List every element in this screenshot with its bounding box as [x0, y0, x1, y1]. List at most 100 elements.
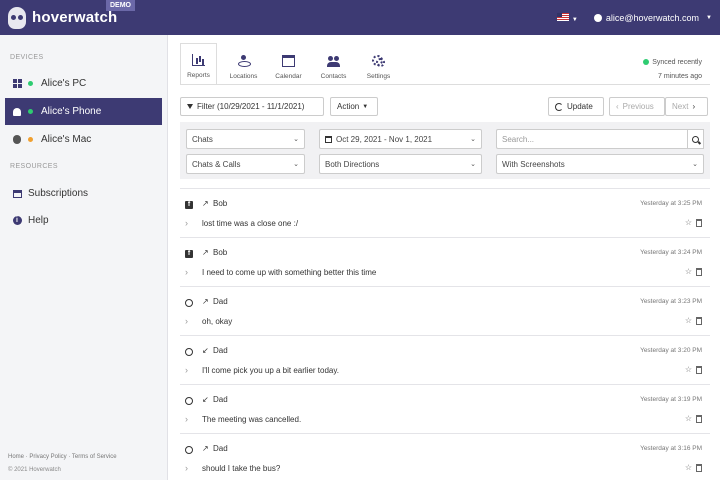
user-menu[interactable]: alice@hoverwatch.com ▼ [593, 13, 712, 23]
tab-locations[interactable]: Locations [225, 43, 262, 85]
sidebar-item-subscriptions[interactable]: Subscriptions [5, 180, 162, 207]
chevron-right-icon[interactable]: › [185, 316, 188, 326]
select-value: With Screenshots [502, 159, 565, 169]
trash-icon[interactable] [696, 268, 702, 276]
outgoing-arrow-icon: ↗ [202, 297, 209, 306]
star-icon[interactable]: ☆ [685, 414, 692, 423]
calendar-icon [325, 135, 332, 143]
tab-bar: Reports Locations Calendar Contacts Sett… [180, 43, 405, 85]
caret-down-icon: ▼ [571, 16, 578, 23]
search-input[interactable]: Search... [496, 129, 687, 149]
tab-settings[interactable]: Settings [360, 43, 397, 85]
tab-label: Settings [366, 73, 391, 80]
previous-button[interactable]: ‹ Previous [609, 97, 665, 116]
incoming-arrow-icon: ↙ [202, 395, 209, 404]
demo-badge: DEMO [106, 0, 135, 11]
star-icon[interactable]: ☆ [685, 218, 692, 227]
search-button[interactable] [687, 129, 704, 149]
chevron-right-icon[interactable]: › [185, 414, 188, 424]
filter-label: Filter (10/29/2021 - 11/1/2021) [197, 102, 305, 111]
chevron-left-icon: ‹ [616, 102, 619, 111]
tab-reports[interactable]: Reports [180, 43, 217, 85]
action-dropdown[interactable]: Action ▼ [330, 97, 378, 116]
chevron-down-icon: ⌄ [470, 136, 476, 143]
action-label: Action [337, 102, 360, 111]
sync-dot-icon [643, 59, 650, 66]
filter-button[interactable]: Filter (10/29/2021 - 11/1/2021) [180, 97, 324, 116]
info-icon: i [12, 216, 22, 226]
filter-icon [187, 104, 193, 109]
tab-label: Locations [229, 73, 258, 80]
device-label: Alice's Mac [41, 134, 92, 145]
gears-icon [372, 55, 385, 67]
star-icon[interactable]: ☆ [685, 463, 692, 472]
refresh-icon [555, 102, 563, 111]
direction-select[interactable]: Both Directions ⌄ [319, 154, 482, 174]
message-row[interactable]: ↙ Dad Yesterday at 3:20 PM › I'll come p… [180, 335, 710, 384]
message-row[interactable]: f ↗ Bob Yesterday at 3:24 PM › I need to… [180, 237, 710, 286]
whatsapp-icon [185, 397, 193, 405]
filter-panel: Chats ⌄ Oct 29, 2021 - Nov 1, 2021 ⌄ Sea… [180, 122, 710, 179]
message-contact: Dad [213, 297, 228, 306]
message-contact: Bob [213, 248, 228, 257]
device-label: Alice's PC [41, 78, 87, 89]
tab-calendar[interactable]: Calendar [270, 43, 307, 85]
bar-chart-icon [192, 54, 205, 66]
screenshots-select[interactable]: With Screenshots ⌄ [496, 154, 704, 174]
status-dot-online [28, 81, 33, 86]
caret-down-icon: ▼ [362, 103, 369, 110]
sidebar-item-alices-pc[interactable]: Alice's PC [5, 70, 162, 97]
chat-type-select[interactable]: Chats ⌄ [186, 129, 305, 149]
outgoing-arrow-icon: ↗ [202, 248, 209, 257]
select-value: Chats [192, 134, 213, 144]
next-button[interactable]: Next › [665, 97, 708, 116]
select-value: Oct 29, 2021 - Nov 1, 2021 [336, 134, 433, 144]
message-text: I need to come up with something better … [202, 268, 377, 277]
message-row[interactable]: f ↗ Bob Yesterday at 3:25 PM › lost time… [180, 188, 710, 237]
trash-icon[interactable] [696, 317, 702, 325]
star-icon[interactable]: ☆ [685, 365, 692, 374]
star-icon[interactable]: ☆ [685, 316, 692, 325]
language-selector[interactable]: ▼ [556, 12, 578, 23]
sidebar-item-alices-phone[interactable]: Alice's Phone [5, 98, 162, 125]
brand-logo[interactable]: hoverwatch [0, 0, 117, 35]
top-bar: hoverwatch DEMO ▼ alice@hoverwatch.com ▼ [0, 0, 720, 35]
trash-icon[interactable] [696, 464, 702, 472]
sidebar-item-alices-mac[interactable]: Alice's Mac [5, 126, 162, 153]
update-button[interactable]: Update [548, 97, 604, 116]
chevron-down-icon: ⌄ [293, 161, 299, 168]
date-range-select[interactable]: Oct 29, 2021 - Nov 1, 2021 ⌄ [319, 129, 482, 149]
select-value: Both Directions [325, 159, 380, 169]
message-row[interactable]: ↗ Dad Yesterday at 3:16 PM › should I ta… [180, 433, 710, 480]
outgoing-arrow-icon: ↗ [202, 444, 209, 453]
android-icon [12, 107, 22, 117]
message-time: Yesterday at 3:16 PM [640, 445, 702, 452]
chevron-right-icon[interactable]: › [185, 218, 188, 228]
chevron-right-icon[interactable]: › [185, 463, 188, 473]
star-icon[interactable]: ☆ [685, 267, 692, 276]
footer-links[interactable]: Home · Privacy Policy · Terms of Service [8, 454, 117, 460]
footer-copyright: © 2021 Hoverwatch [8, 467, 61, 473]
update-label: Update [567, 102, 593, 111]
chevron-right-icon: › [692, 102, 696, 111]
message-row[interactable]: ↙ Dad Yesterday at 3:19 PM › The meeting… [180, 384, 710, 433]
tab-label: Contacts [320, 73, 347, 80]
trash-icon[interactable] [696, 219, 702, 227]
trash-icon[interactable] [696, 415, 702, 423]
whatsapp-icon [185, 446, 193, 454]
tab-contacts[interactable]: Contacts [315, 43, 352, 85]
message-contact: Dad [213, 346, 228, 355]
message-row[interactable]: ↗ Dad Yesterday at 3:23 PM › oh, okay ☆ [180, 286, 710, 335]
chat-subtype-select[interactable]: Chats & Calls ⌄ [186, 154, 305, 174]
resource-label: Help [28, 215, 49, 226]
chevron-right-icon[interactable]: › [185, 365, 188, 375]
trash-icon[interactable] [696, 366, 702, 374]
caret-down-icon: ▼ [706, 14, 712, 21]
message-text: oh, okay [202, 317, 233, 326]
sidebar-item-help[interactable]: i Help [5, 207, 162, 234]
owl-logo-icon [8, 6, 26, 29]
contacts-icon [327, 55, 340, 67]
outgoing-arrow-icon: ↗ [202, 199, 209, 208]
chevron-right-icon[interactable]: › [185, 267, 188, 277]
previous-label: Previous [622, 102, 654, 111]
